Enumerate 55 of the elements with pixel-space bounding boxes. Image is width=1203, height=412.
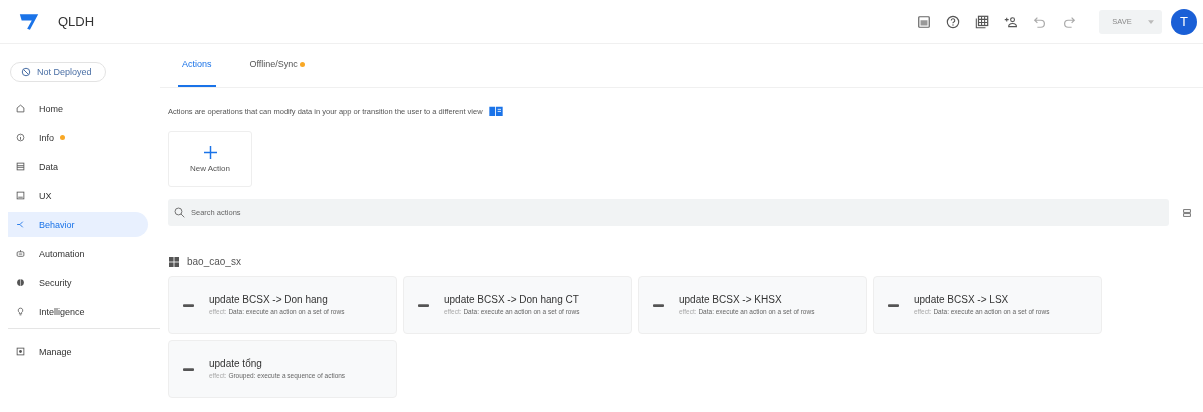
action-name: update BCSX -> LSX <box>914 293 1010 305</box>
sidebar-item[interactable]: Home <box>8 96 148 121</box>
dash-icon <box>183 367 194 371</box>
grid-icon[interactable] <box>975 14 989 29</box>
sidebar-label: Home <box>39 103 63 114</box>
sidebar-label: Manage <box>39 346 72 357</box>
search-icon <box>174 207 185 218</box>
add-person-icon[interactable] <box>1004 14 1018 29</box>
dash-icon <box>888 303 899 307</box>
sidebar-item[interactable]: Data <box>8 154 148 179</box>
deploy-status-label: Not Deployed <box>37 67 92 77</box>
sidebar-label: Info <box>39 132 54 143</box>
group-title: bao_cao_sx <box>187 256 241 267</box>
sidebar-item[interactable]: UX <box>8 183 148 208</box>
automation-icon <box>16 249 25 258</box>
action-name: update BCSX -> Don hang CT <box>444 293 580 305</box>
new-action-button[interactable]: New Action <box>168 131 252 187</box>
book-icon[interactable] <box>488 106 503 116</box>
dash-icon <box>653 303 664 307</box>
view-toggle-icon[interactable] <box>1183 208 1191 217</box>
tab[interactable]: Actions <box>178 43 216 87</box>
sidebar-label: UX <box>39 190 52 201</box>
info-icon <box>16 133 25 142</box>
sidebar-item[interactable]: Behavior <box>8 212 148 237</box>
blocked-icon <box>21 67 31 77</box>
logo-icon <box>18 12 40 31</box>
tab[interactable]: Offline/Sync <box>245 43 309 87</box>
dash-icon <box>183 303 194 307</box>
action-name: update BCSX -> KHSX <box>679 293 783 305</box>
sidebar-item[interactable]: Automation <box>8 241 148 266</box>
security-icon <box>16 278 25 287</box>
behavior-icon <box>16 220 25 229</box>
help-icon[interactable] <box>946 14 960 29</box>
sidebar-label: Automation <box>39 248 85 259</box>
action-name: update BCSX -> Don hang <box>209 293 329 305</box>
manage-icon <box>16 347 25 356</box>
data-icon <box>16 162 25 171</box>
table-icon <box>169 256 179 267</box>
sidebar-item[interactable]: Info <box>8 125 148 150</box>
intelligence-icon <box>16 307 25 316</box>
sidebar-label: Intelligence <box>39 306 85 317</box>
plus-icon <box>203 145 217 159</box>
dash-icon <box>418 303 429 307</box>
sidebar-label: Behavior <box>39 219 75 230</box>
sidebar-label: Security <box>39 277 72 288</box>
sidebar-label: Data <box>39 161 58 172</box>
avatar[interactable]: T <box>1171 8 1197 35</box>
app-title: QLDH <box>58 14 95 29</box>
home-icon <box>16 104 25 113</box>
ux-icon <box>16 191 25 200</box>
sidebar-item[interactable]: Security <box>8 270 148 295</box>
action-name: update tổng <box>209 357 263 369</box>
sidebar-item[interactable]: Intelligence <box>8 299 148 324</box>
preview-icon[interactable] <box>917 14 931 29</box>
sidebar-item[interactable]: Manage <box>8 339 148 364</box>
